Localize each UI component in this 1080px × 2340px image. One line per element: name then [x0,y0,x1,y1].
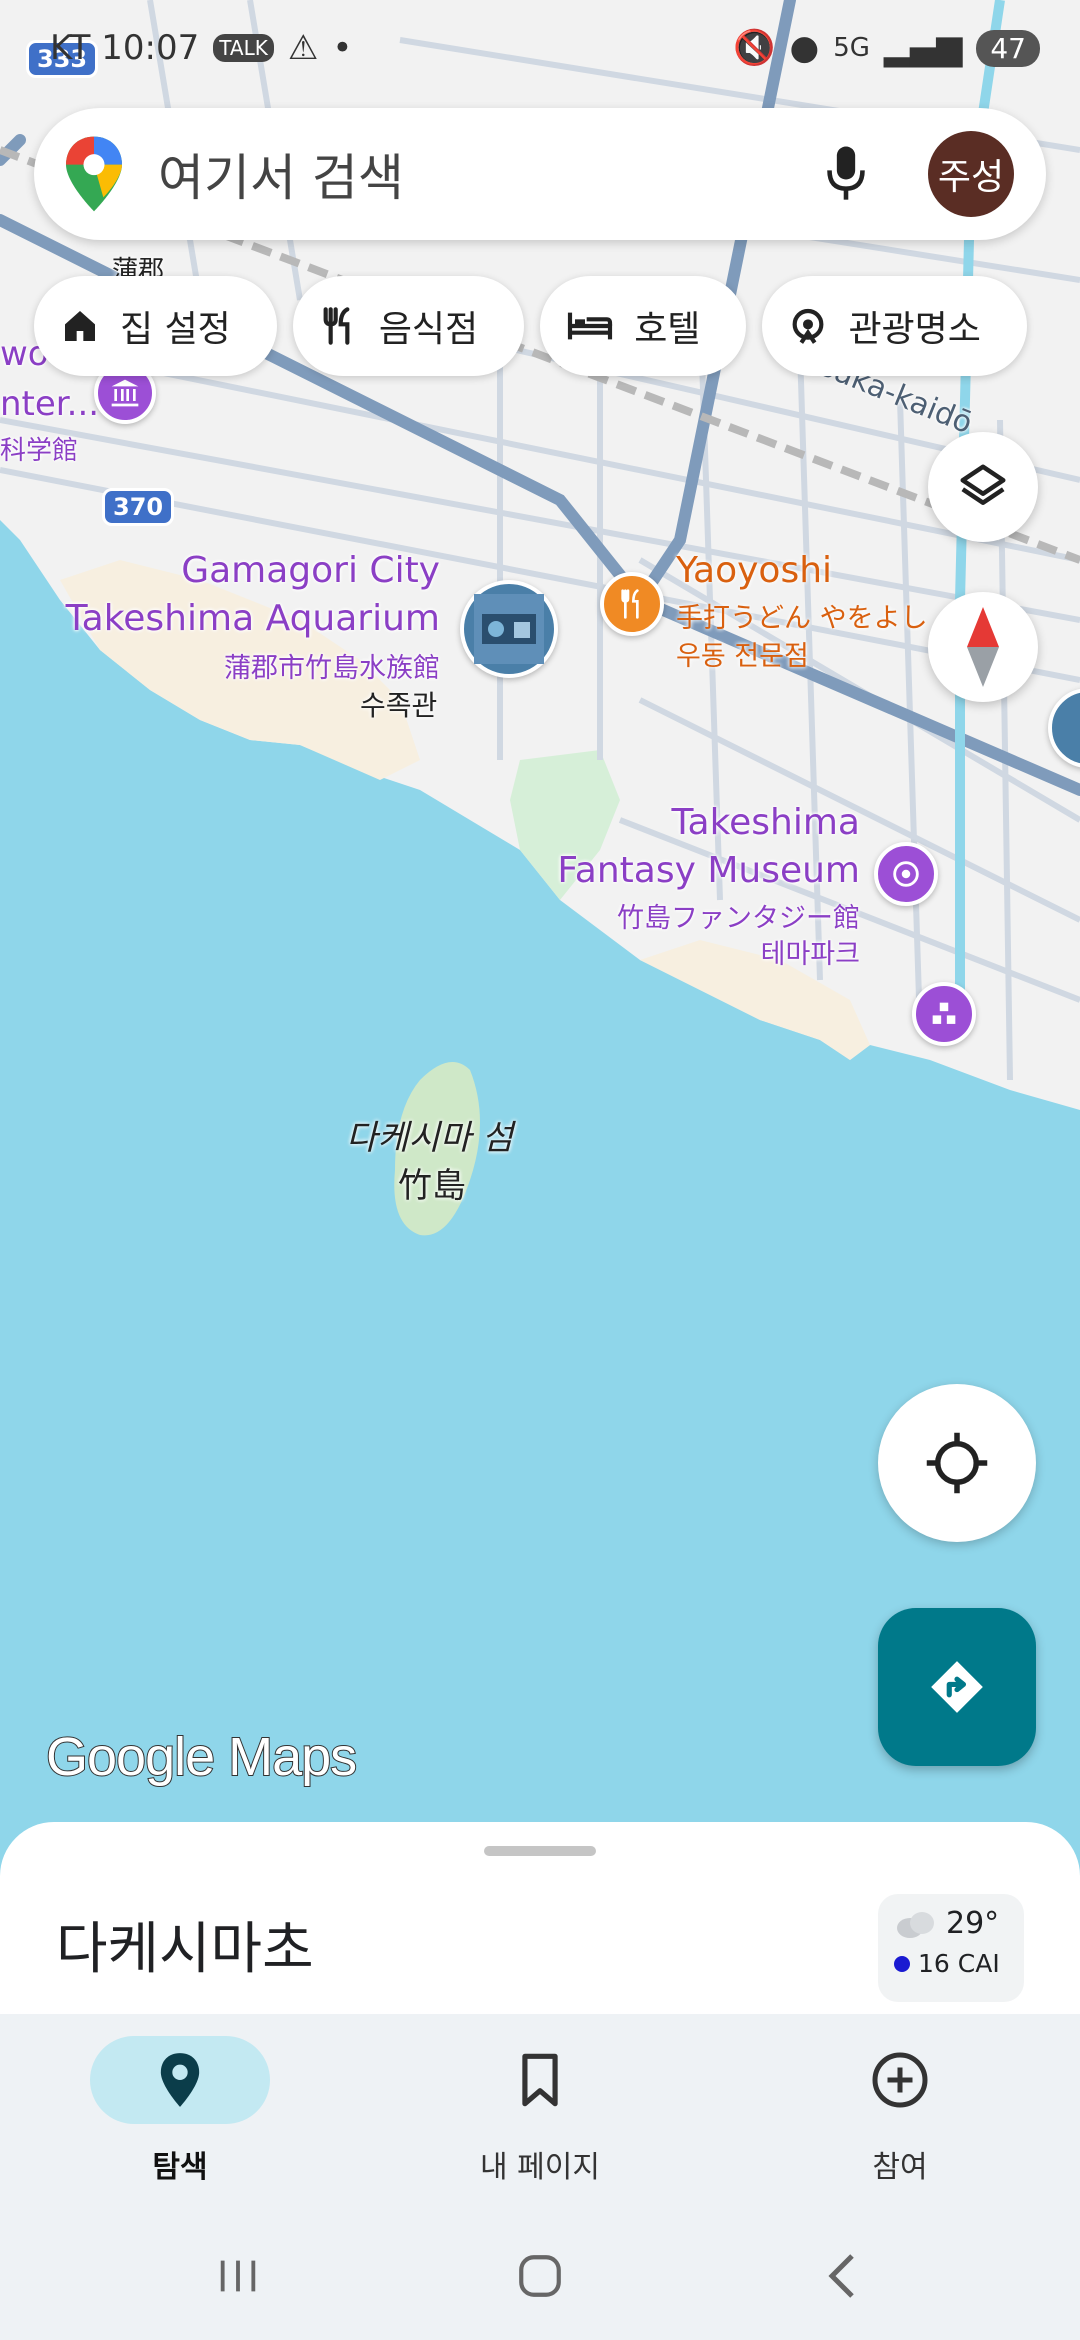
status-bar: KT 10:07 TALK ⚠ • 🔇 ● 5G ▂▄▆ 47 [0,0,1080,96]
dot-icon: • [332,28,353,68]
museum-label-en1[interactable]: Takeshima [671,802,860,843]
attraction-icon [793,308,824,344]
attraction-pin-icon[interactable] [912,982,976,1046]
network-label: 5G [833,33,870,63]
nav-contribute-pill [810,2036,990,2124]
bottom-sheet[interactable]: 다케시마초 29° 16 CAI [0,1822,1080,2022]
add-circle-icon [872,2052,928,2108]
chip-restaurant[interactable]: 음식점 [292,276,525,376]
search-bar[interactable]: 여기서 검색 주성 [34,108,1046,240]
weather-card[interactable]: 29° 16 CAI [878,1894,1024,2002]
aquarium-label-jp: 蒲郡市竹島水族館 [224,653,440,684]
signal-icon: ▂▄▆ [883,28,963,68]
air-quality-dot-icon [894,1955,910,1972]
chip-attractions[interactable]: 관광명소 [762,276,1027,376]
nav-my-page[interactable]: 내 페이지 [360,2036,720,2186]
microphone-icon[interactable] [824,144,868,204]
hotel-icon [568,312,613,340]
nav-explore-label: 탐색 [152,2150,208,2185]
google-maps-pin-icon [66,136,122,212]
aquarium-label-kr: 수족관 [360,689,438,722]
recent-apps-icon [220,2260,256,2292]
chip-hotel[interactable]: 호텔 [540,276,747,376]
bottom-navigation: 탐색 내 페이지 참여 [0,2014,1080,2340]
restaurant-label-kr: 우동 전문점 [676,641,809,672]
warning-icon: ⚠ [287,28,319,68]
restaurant-label-en[interactable]: Yaoyoshi [676,550,832,591]
back-button[interactable] [792,2236,892,2316]
nav-explore-pill [90,2036,270,2124]
nav-contribute-label: 참여 [872,2150,928,2185]
layers-button[interactable] [928,432,1038,542]
talk-notification-icon: TALK [213,34,274,62]
directions-button[interactable] [878,1608,1036,1766]
home-button[interactable] [490,2236,590,2316]
sheet-drag-handle[interactable] [484,1846,596,1856]
crosshair-icon [926,1432,988,1494]
cloud-icon [897,1911,934,1938]
back-chevron-icon [828,2254,854,2298]
battery-icon: 47 [976,29,1040,67]
status-time: KT 10:07 [50,28,200,68]
compass-icon [967,607,999,687]
location-pin-icon [160,2053,200,2107]
island-label-kr[interactable]: 다케시마 섬 [346,1110,513,1159]
museum-label-jp: 竹島ファンタジー館 [617,903,860,934]
bookmark-icon [522,2053,558,2107]
compass-button[interactable] [928,592,1038,702]
air-quality: 16 CAI [918,1949,1000,1978]
left-poi-label-3: 科学館 [0,436,79,466]
layers-icon [960,464,1006,505]
island-label-jp: 竹島 [398,1166,466,1206]
museum-label-kr: 테마파크 [760,939,860,970]
recent-apps-button[interactable] [188,2236,288,2316]
chip-home-label: 집 설정 [120,309,231,350]
chip-attractions-label: 관광명소 [848,309,981,350]
restaurant-pin-icon[interactable] [600,572,664,636]
place-title: 다케시마초 [56,1917,314,1982]
category-chips: 집 설정 음식점 호텔 관광명소 [34,276,1027,376]
aquarium-label-en2[interactable]: Takeshima Aquarium [66,598,440,639]
search-input[interactable]: 여기서 검색 [158,138,824,210]
chip-home[interactable]: 집 설정 [34,276,277,376]
theme-park-pin-icon[interactable] [874,842,938,906]
left-poi-label-2: nter... [0,384,100,424]
temperature: 29° [946,1906,1000,1941]
aquarium-label-en1[interactable]: Gamagori City [181,550,440,591]
google-maps-logo: Google Maps [45,1726,358,1788]
aquarium-photo-pin[interactable] [460,580,558,678]
nav-contribute[interactable]: 참여 [720,2036,1080,2186]
route-shield-370: 370 [102,488,175,526]
museum-label-en2[interactable]: Fantasy Museum [557,850,860,891]
chip-hotel-label: 호텔 [634,309,701,350]
location-icon: ● [789,28,820,68]
chip-restaurant-label: 음식점 [378,309,479,350]
home-icon [65,311,95,341]
nav-my-page-label: 내 페이지 [480,2150,600,2185]
restaurant-icon [323,307,350,345]
nav-my-page-pill [450,2036,630,2124]
my-location-button[interactable] [878,1384,1036,1542]
nav-explore[interactable]: 탐색 [0,2036,360,2186]
mute-icon: 🔇 [733,28,776,68]
home-circle-icon [519,2255,561,2297]
avatar[interactable]: 주성 [928,131,1014,217]
restaurant-label-jp: 手打うどん やをよし [676,603,928,634]
directions-icon [931,1661,983,1713]
